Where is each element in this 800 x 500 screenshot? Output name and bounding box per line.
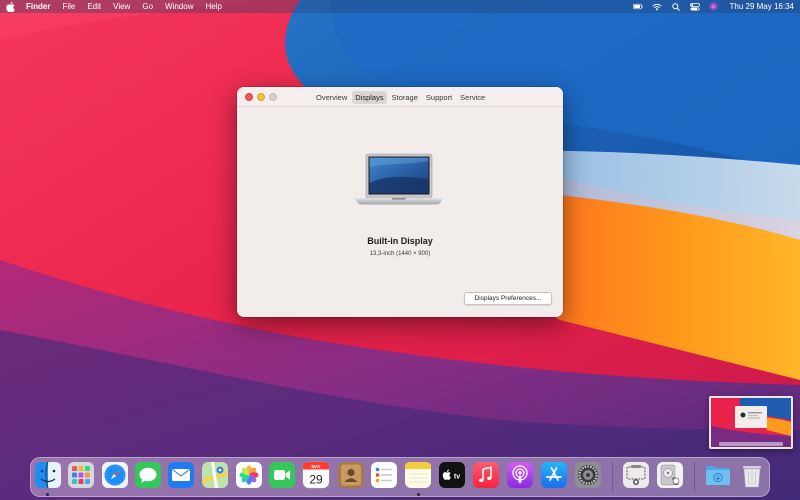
dock-app-store-icon[interactable] — [540, 461, 568, 489]
apple-menu-icon[interactable] — [6, 1, 16, 12]
menu-go[interactable]: Go — [142, 0, 153, 13]
dock-mail-icon[interactable] — [167, 461, 195, 489]
close-button[interactable] — [245, 93, 253, 101]
screenshot-preview-image — [711, 398, 791, 447]
search-icon[interactable] — [671, 2, 681, 11]
menu-app-finder[interactable]: Finder — [26, 0, 50, 13]
dock-finder-icon[interactable] — [34, 461, 62, 489]
finder-running-indicator — [46, 493, 49, 496]
calendar-day: 29 — [309, 473, 323, 487]
dock-contacts-icon[interactable] — [337, 461, 365, 489]
display-name: Built-in Display — [367, 236, 433, 246]
zoom-button — [269, 93, 277, 101]
display-spec: 13,3-inch (1440 × 900) — [369, 251, 431, 257]
tab-storage[interactable]: Storage — [389, 91, 421, 104]
tab-service[interactable]: Service — [457, 91, 488, 104]
laptop-display-image — [354, 153, 444, 205]
dock-reminders-icon[interactable] — [370, 461, 398, 489]
dock-disk-utility-icon[interactable] — [656, 461, 684, 489]
minimize-button[interactable] — [257, 93, 265, 101]
menu-file[interactable]: File — [62, 0, 75, 13]
tab-displays[interactable]: Displays — [352, 91, 387, 104]
window-titlebar[interactable]: Overview Displays Storage Support Servic… — [237, 87, 563, 107]
menu-help[interactable]: Help — [205, 0, 221, 13]
dock-facetime-icon[interactable] — [268, 461, 296, 489]
dock-trash-icon[interactable] — [738, 461, 766, 489]
tab-overview[interactable]: Overview — [313, 91, 350, 104]
menu-window[interactable]: Window — [165, 0, 193, 13]
dock-photos-icon[interactable] — [235, 461, 263, 489]
dock-separator-2 — [694, 462, 695, 492]
dock-separator — [612, 462, 613, 492]
window-controls — [245, 93, 277, 101]
notes-running-indicator — [417, 493, 420, 496]
wifi-icon[interactable] — [651, 2, 662, 11]
dock-podcasts-icon[interactable] — [506, 461, 534, 489]
dock-maps-icon[interactable] — [201, 461, 229, 489]
dock-calendar-icon[interactable]: MAY 29 — [302, 461, 330, 489]
dock-screenshot-icon[interactable] — [622, 461, 650, 489]
screenshot-thumbnail[interactable] — [709, 396, 793, 449]
tv-label: tv — [454, 474, 460, 481]
dock-downloads-folder-icon[interactable] — [704, 461, 732, 489]
dock-notes-icon[interactable] — [404, 461, 432, 489]
menu-view[interactable]: View — [113, 0, 130, 13]
tab-support[interactable]: Support — [423, 91, 455, 104]
battery-icon[interactable] — [632, 2, 643, 11]
dock-messages-icon[interactable] — [134, 461, 162, 489]
calendar-month: MAY — [312, 464, 321, 469]
control-center-icon[interactable] — [689, 2, 700, 11]
menu-clock[interactable]: Thu 29 May 16:34 — [730, 2, 794, 11]
menu-edit[interactable]: Edit — [87, 0, 101, 13]
dock-launchpad-icon[interactable] — [67, 461, 95, 489]
dock-safari-icon[interactable] — [101, 461, 129, 489]
about-this-mac-window: Overview Displays Storage Support Servic… — [237, 87, 563, 317]
siri-icon[interactable] — [709, 2, 719, 11]
dock-music-icon[interactable] — [472, 461, 500, 489]
displays-preferences-button[interactable]: Displays Preferences... — [464, 292, 552, 305]
dock-system-preferences-icon[interactable] — [574, 461, 602, 489]
menu-bar: Finder File Edit View Go Window Help Thu… — [0, 0, 800, 13]
dock-tv-icon[interactable]: tv — [438, 461, 466, 489]
tab-bar: Overview Displays Storage Support Servic… — [313, 91, 488, 104]
